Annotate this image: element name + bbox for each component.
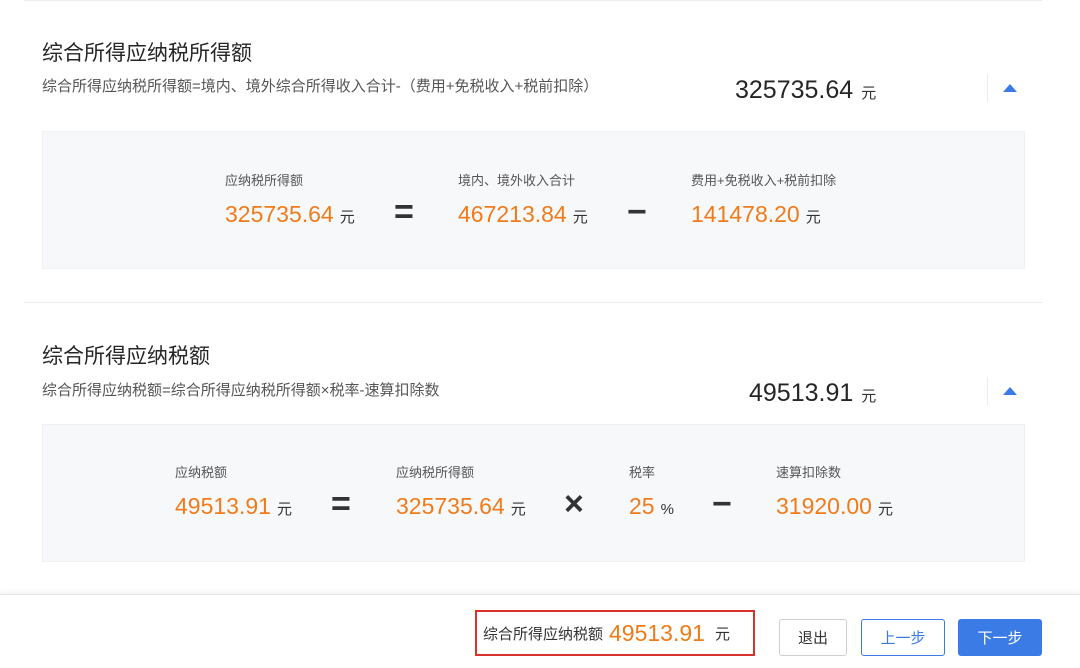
footer-bar: 综合所得应纳税额 49513.91 元 退出 上一步 下一步 xyxy=(0,594,1080,668)
footer-total-box: 综合所得应纳税额 49513.91 元 xyxy=(475,610,755,656)
quick-deduction-item: 速算扣除数 31920.00 元 xyxy=(776,462,893,520)
quick-deduction-label: 速算扣除数 xyxy=(776,465,842,480)
taxable-label: 应纳税所得额 xyxy=(396,465,475,480)
section-total-value: 49513.91 xyxy=(749,379,854,407)
result-item: 应纳税额 49513.91 元 xyxy=(175,462,292,520)
result-value: 49513.91 元 xyxy=(175,493,292,519)
prev-step-button[interactable]: 上一步 xyxy=(861,619,945,656)
tax-payable-section: 综合所得应纳税额 综合所得应纳税额=综合所得应纳税所得额×税率-速算扣除数 49… xyxy=(24,0,1042,580)
footer-total-value: 49513.91 xyxy=(609,619,705,646)
formula-description: 综合所得应纳税额=综合所得应纳税所得额×税率-速算扣除数 xyxy=(42,382,440,399)
taxable-item: 应纳税所得额 325735.64 元 xyxy=(396,462,526,520)
section-total: 49513.91 元 xyxy=(749,379,876,408)
rate-value: 25% xyxy=(629,493,674,519)
calculation-panel: 应纳税额 49513.91 元 = 应纳税所得额 325735.64 元 × 税率 … xyxy=(42,424,1025,562)
multiply-sign: × xyxy=(564,485,584,523)
footer-total-unit: 元 xyxy=(714,625,730,643)
result-label: 应纳税额 xyxy=(175,465,228,480)
footer-total-label: 综合所得应纳税额 xyxy=(483,625,604,643)
caret-up-icon xyxy=(1002,387,1017,395)
rate-item: 税率 25% xyxy=(629,462,674,520)
exit-button[interactable]: 退出 xyxy=(779,619,847,656)
rate-label: 税率 xyxy=(629,465,656,480)
taxable-value: 325735.64 元 xyxy=(396,493,526,519)
section-title: 综合所得应纳税额 xyxy=(42,345,210,368)
equals-sign: = xyxy=(331,485,351,523)
unit-label: 元 xyxy=(861,388,877,405)
minus-sign: − xyxy=(712,485,732,523)
next-step-button[interactable]: 下一步 xyxy=(958,619,1042,656)
tax-calculation-page: 综合所得应纳税所得额 综合所得应纳税所得额=境内、境外综合所得收入合计-（费用+… xyxy=(0,0,1080,668)
quick-deduction-value: 31920.00 元 xyxy=(776,493,893,519)
collapse-toggle-button[interactable] xyxy=(987,377,1031,405)
